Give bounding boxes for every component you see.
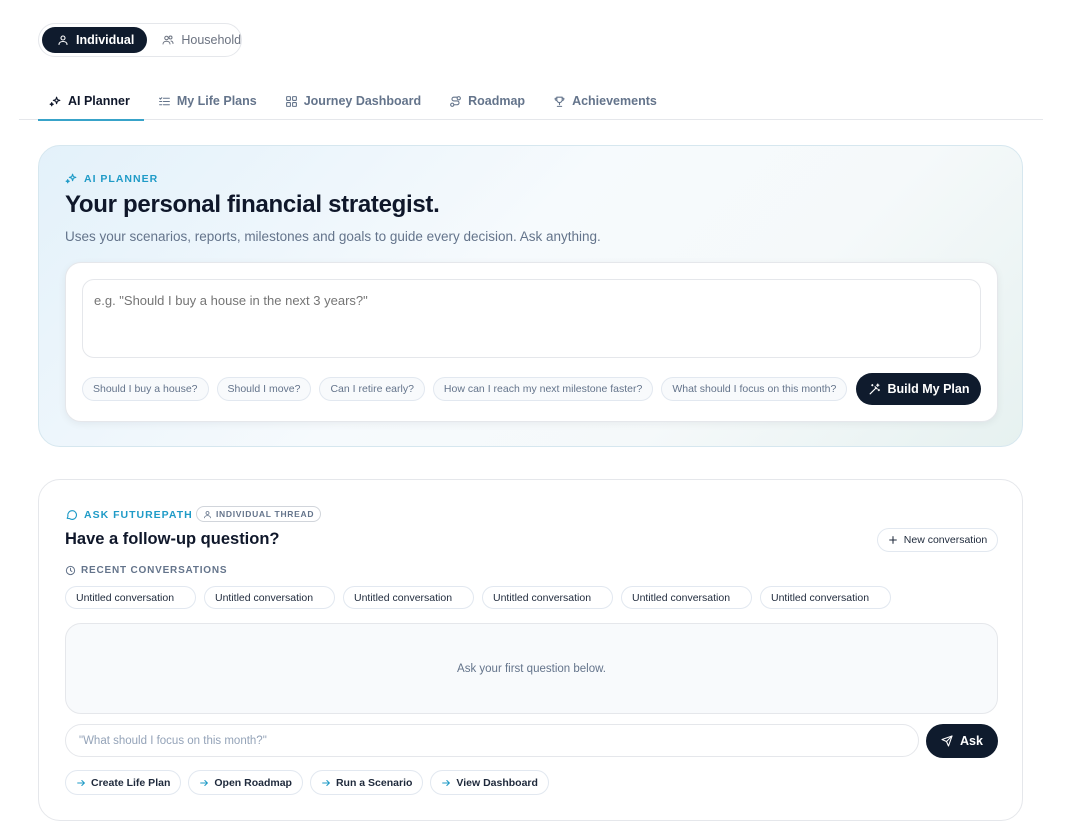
trophy-icon [554, 96, 565, 107]
magic-wand-icon [869, 382, 880, 394]
conversation-empty-state: Ask your first question below. [65, 623, 998, 714]
thread-badge-text: INDIVIDUAL THREAD [216, 509, 315, 519]
recent-conversations-label: RECENT CONVERSATIONS [81, 565, 228, 576]
thread-badge: INDIVIDUAL THREAD [196, 506, 322, 522]
run-scenario-link[interactable]: Run a Scenario [309, 770, 424, 795]
ask-title: Have a follow-up question? [65, 530, 280, 548]
ask-button[interactable]: Ask [926, 724, 998, 758]
sparkles-icon [49, 96, 61, 106]
plus-icon [888, 536, 897, 544]
tab-label: Journey Dashboard [303, 94, 422, 108]
quick-link-label: Run a Scenario [335, 776, 413, 789]
build-my-plan-label: Build My Plan [887, 382, 970, 396]
new-conversation-label: New conversation [903, 534, 988, 546]
conversation-pill[interactable]: Untitled conversation [343, 586, 474, 609]
household-mode-button[interactable]: Household [147, 27, 254, 53]
tab-my-life-plans[interactable]: My Life Plans [144, 82, 271, 120]
tab-label: AI Planner [68, 94, 130, 108]
individual-mode-label: Individual [76, 33, 135, 47]
ask-input-placeholder: "What should I focus on this month?" [79, 734, 267, 747]
arrow-right-icon [322, 779, 330, 786]
ask-eyebrow-text: ASK FUTUREPATH [84, 508, 193, 521]
conversation-pill[interactable]: Untitled conversation [760, 586, 891, 609]
list-icon [158, 96, 170, 105]
ask-eyebrow: ASK FUTUREPATH [65, 508, 193, 521]
suggestion-chip[interactable]: What should I focus on this month? [661, 377, 848, 401]
build-my-plan-button[interactable]: Build My Plan [856, 373, 981, 405]
conversation-pill[interactable]: Untitled conversation [482, 586, 613, 609]
conversation-pill[interactable]: Untitled conversation [204, 586, 335, 609]
planner-input-panel: Should I buy a house? Should I move? Can… [65, 262, 998, 422]
new-conversation-button[interactable]: New conversation [877, 528, 998, 552]
planner-question-input[interactable] [82, 279, 981, 358]
grid-icon [285, 95, 297, 107]
suggestion-chips: Should I buy a house? Should I move? Can… [82, 377, 848, 401]
tab-journey-dashboard[interactable]: Journey Dashboard [271, 82, 435, 120]
clock-icon [65, 565, 76, 576]
suggestion-chip[interactable]: Should I buy a house? [82, 377, 209, 401]
arrow-right-icon [200, 779, 209, 786]
view-dashboard-link[interactable]: View Dashboard [430, 770, 549, 795]
user-icon [204, 510, 211, 518]
create-life-plan-link[interactable]: Create Life Plan [65, 770, 182, 795]
household-mode-label: Household [181, 33, 242, 47]
quick-links: Create Life Plan Open Roadmap Run a Scen… [65, 770, 549, 795]
recent-conversations-list: Untitled conversation Untitled conversat… [65, 586, 891, 609]
planner-eyebrow: AI PLANNER [65, 172, 158, 185]
send-icon [941, 735, 953, 747]
tab-label: Achievements [572, 94, 657, 108]
recent-conversations-heading: RECENT CONVERSATIONS [65, 565, 227, 576]
quick-link-label: View Dashboard [456, 776, 538, 789]
planner-title: Your personal financial strategist. [65, 191, 440, 218]
conversation-pill[interactable]: Untitled conversation [65, 586, 196, 609]
sparkles-icon [65, 173, 77, 184]
suggestion-chip[interactable]: How can I reach my next milestone faster… [432, 377, 654, 401]
users-icon [162, 35, 174, 45]
suggestion-chip[interactable]: Can I retire early? [319, 377, 425, 401]
user-icon [58, 35, 68, 46]
empty-state-text: Ask your first question below. [457, 662, 606, 675]
route-icon [450, 95, 462, 107]
conversation-pill[interactable]: Untitled conversation [621, 586, 752, 609]
tab-label: Roadmap [468, 94, 526, 108]
planner-subtitle: Uses your scenarios, reports, milestones… [65, 229, 601, 244]
planner-eyebrow-text: AI PLANNER [84, 172, 159, 185]
individual-mode-button[interactable]: Individual [42, 27, 148, 53]
ask-question-input[interactable]: "What should I focus on this month?" [65, 724, 919, 757]
main-tabs: AI Planner My Life Plans Journey Dashboa… [19, 82, 1043, 121]
mode-toggle: Individual Household [38, 23, 242, 57]
quick-link-label: Open Roadmap [214, 776, 292, 789]
ask-futurepath-card: ASK FUTUREPATH INDIVIDUAL THREAD Have a … [38, 479, 1023, 821]
tab-roadmap[interactable]: Roadmap [435, 82, 539, 120]
open-roadmap-link[interactable]: Open Roadmap [188, 770, 303, 795]
ai-planner-card: AI PLANNER Your personal financial strat… [38, 145, 1023, 447]
suggestion-chip[interactable]: Should I move? [216, 377, 312, 401]
chat-bubble-icon [66, 510, 78, 520]
quick-link-label: Create Life Plan [91, 776, 171, 789]
ask-button-label: Ask [960, 734, 983, 748]
arrow-right-icon [442, 779, 451, 786]
tab-label: My Life Plans [176, 94, 257, 108]
tab-ai-planner[interactable]: AI Planner [38, 82, 144, 121]
arrow-right-icon [77, 779, 85, 786]
tab-achievements[interactable]: Achievements [539, 82, 671, 120]
